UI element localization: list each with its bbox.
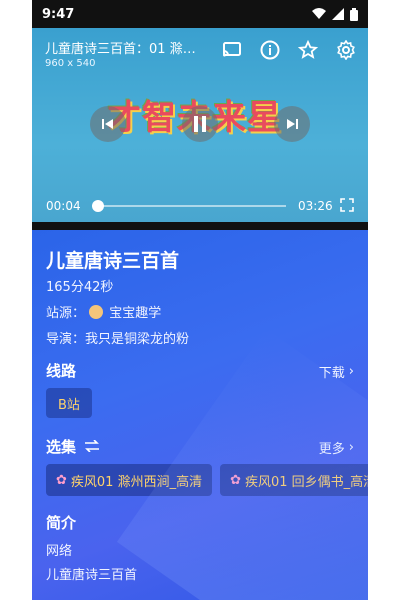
video-top-bar: 儿童唐诗三百首：01 滁州西涧 960 x 540 [42,38,358,78]
show-title: 儿童唐诗三百首 [46,250,180,272]
seek-bar[interactable] [91,200,286,212]
episode-label: 疾风01 回乡偶书_高清 [245,474,368,490]
episode-list: ✿ 疾风01 滁州西涧_高清 ✿ 疾风01 回乡偶书_高清 [46,464,368,496]
route-title: 线路 [46,362,77,380]
episode-chip[interactable]: ✿ 疾风01 回乡偶书_高清 [220,464,368,496]
status-time: 9:47 [42,6,75,22]
intro-line-2: 儿童唐诗三百首 [46,568,138,583]
info-icon[interactable] [258,38,282,62]
pause-icon [194,116,206,132]
current-time: 00:04 [46,199,81,213]
baby-avatar-icon [89,305,104,319]
detail-panel: 儿童唐诗三百首 165分42秒 站源： 宝宝趣学 导演：我只是铜梁龙的粉 线路 … [32,222,368,600]
download-link[interactable]: 下载 › [319,362,354,381]
chevron-right-icon: › [348,440,354,455]
previous-button[interactable] [90,106,126,142]
settings-gear-icon[interactable] [334,38,358,62]
video-title: 儿童唐诗三百首：01 滁州西涧 [45,42,205,57]
wifi-icon [312,8,326,19]
show-source: 站源： 宝宝趣学 [46,302,161,321]
status-bar: 9:47 [32,0,368,28]
next-button[interactable] [274,106,310,142]
source-value: 宝宝趣学 [109,306,162,321]
skip-previous-icon [102,119,113,129]
seek-bar-thumb[interactable] [91,200,104,212]
video-resolution: 960 x 540 [45,58,96,69]
playback-progress: 00:04 03:26 [46,197,354,215]
episode-label: 疾风01 滁州西涧_高清 [70,474,203,490]
route-chip-label: B站 [58,397,80,413]
video-player[interactable]: 儿童唐诗三百首：01 滁州西涧 960 x 540 才智未来星 [32,28,368,222]
chevron-right-icon: › [348,364,354,379]
show-length: 165分42秒 [46,280,114,295]
intro-title: 简介 [46,514,77,532]
route-chip[interactable]: B站 [46,388,92,418]
flower-icon: ✿ [56,472,67,488]
video-actions [220,38,358,62]
status-icons [312,7,358,21]
more-label: 更多 [318,442,345,457]
cast-icon[interactable] [220,38,244,62]
duration-time: 03:26 [298,199,333,213]
download-label: 下载 [318,366,345,381]
episode-chip[interactable]: ✿ 疾风01 滁州西涧_高清 [46,464,213,496]
fullscreen-icon[interactable] [340,197,354,215]
sort-swap-icon[interactable] [84,438,100,456]
signal-icon [332,8,344,20]
episodes-title: 选集 [46,438,77,456]
source-label: 站源： [46,306,86,321]
show-director: 导演：我只是铜梁龙的粉 [46,332,190,347]
flower-icon: ✿ [230,472,241,488]
favorite-star-icon[interactable] [296,38,320,62]
episodes-header: 选集 [46,436,100,457]
phone-screen: 9:47 儿童唐诗三百首：01 滁州西涧 960 x 540 00:04 03:… [32,0,368,600]
battery-icon [350,7,358,21]
skip-next-icon [287,119,298,129]
video-bottom-band [32,222,368,230]
intro-line-1: 网络 [46,544,73,559]
play-pause-button[interactable] [182,106,218,142]
more-episodes-link[interactable]: 更多 › [319,438,354,457]
